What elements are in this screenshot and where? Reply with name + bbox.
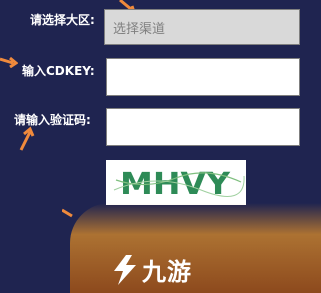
screen: { "form": { "region": { "label": "请选择大区:… bbox=[0, 0, 321, 293]
captcha-input[interactable] bbox=[106, 108, 300, 146]
arrow-icon bbox=[19, 126, 35, 151]
arrow-icon bbox=[62, 208, 73, 218]
captcha-image[interactable]: MHVY bbox=[106, 160, 246, 205]
arrow-icon bbox=[0, 56, 18, 68]
region-select-placeholder: 选择渠道 bbox=[113, 21, 166, 37]
region-label: 请选择大区: bbox=[30, 13, 95, 27]
region-select[interactable]: 选择渠道 bbox=[104, 9, 300, 45]
captcha-label: 请输入验证码: bbox=[14, 113, 91, 127]
cdkey-label: 输入CDKEY: bbox=[22, 64, 95, 78]
watermark-logo: 九游 bbox=[112, 252, 192, 287]
cdkey-input[interactable] bbox=[106, 58, 300, 96]
lightning-logo-icon bbox=[114, 254, 136, 285]
watermark-banner bbox=[70, 203, 321, 293]
watermark-text: 九游 bbox=[142, 258, 192, 286]
captcha-graphic: MHVY bbox=[106, 160, 246, 205]
